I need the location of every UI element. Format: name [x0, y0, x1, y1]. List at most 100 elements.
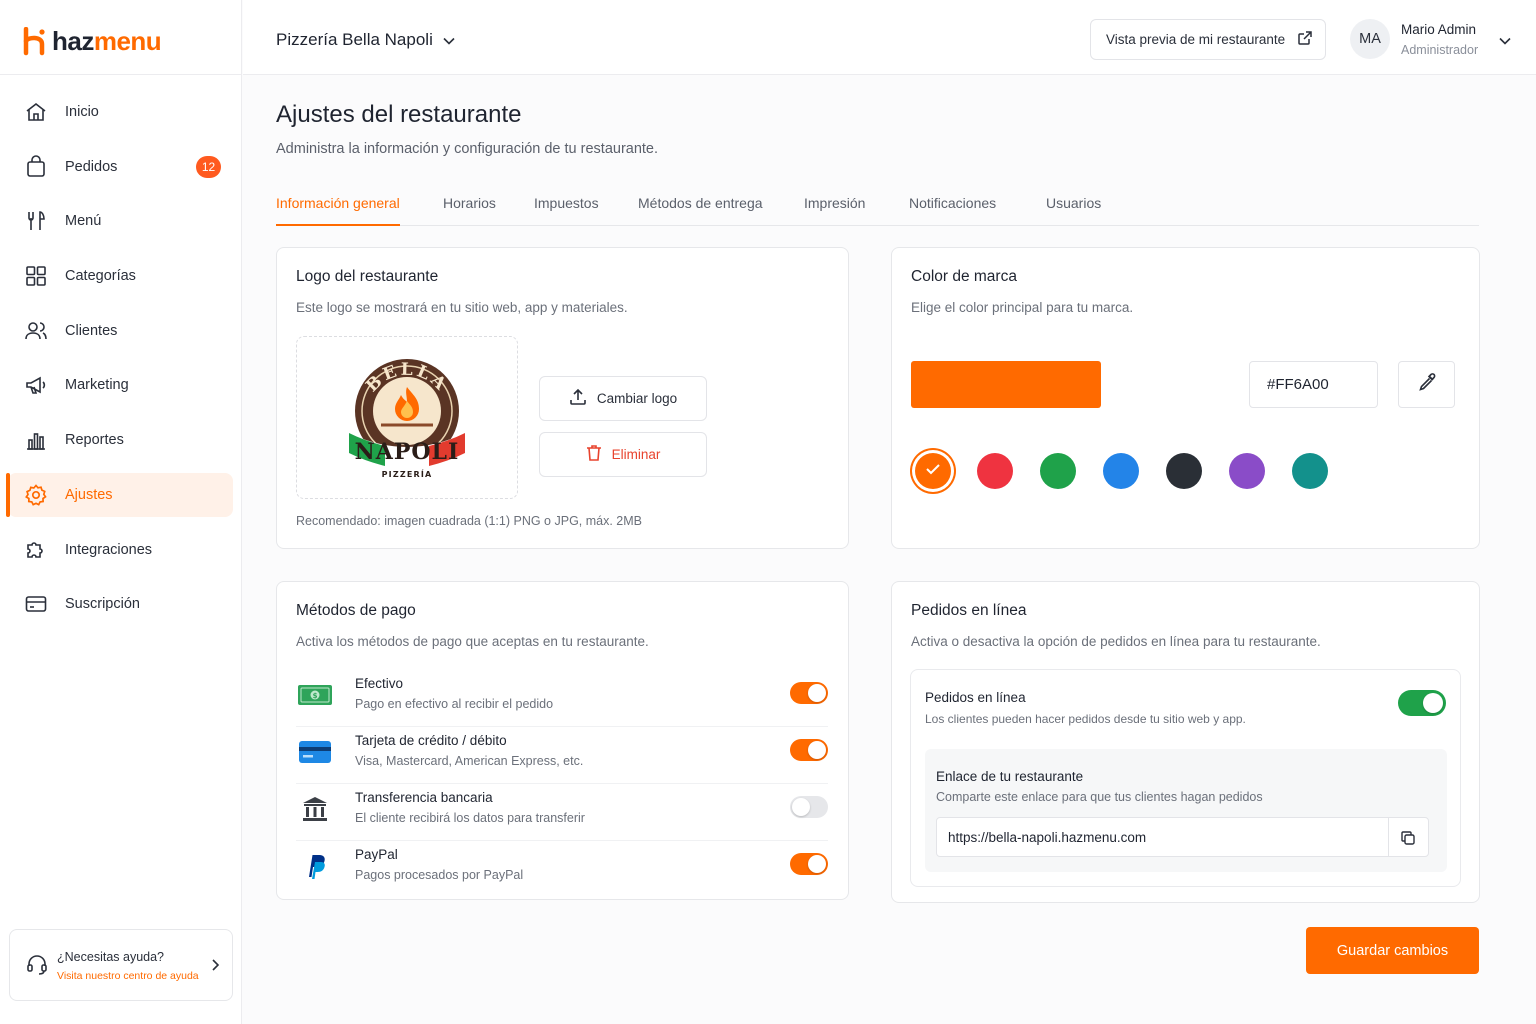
- sidebar-item-label: Inicio: [65, 104, 99, 120]
- chevron-right-icon: [210, 958, 220, 976]
- topbar: Pizzería Bella Napoli Vista previa de mi…: [243, 0, 1536, 75]
- delete-logo-button[interactable]: Eliminar: [539, 432, 707, 477]
- brand-color-card: Color de marca Elige el color principal …: [891, 247, 1480, 549]
- preview-restaurant-button[interactable]: Vista previa de mi restaurante: [1090, 19, 1326, 60]
- save-changes-button[interactable]: Guardar cambios: [1306, 927, 1479, 974]
- copy-link-button[interactable]: [1388, 818, 1428, 856]
- help-link[interactable]: Visita nuestro centro de ayuda: [57, 970, 199, 982]
- sidebar-item-categorias[interactable]: Categorías: [8, 254, 233, 298]
- payment-name: Efectivo: [355, 676, 404, 691]
- toggle-paypal[interactable]: [790, 853, 828, 875]
- sidebar-item-label: Suscripción: [65, 596, 140, 613]
- page-title: Ajustes del restaurante: [276, 101, 522, 128]
- link-desc: Comparte este enlace para que tus client…: [936, 790, 1263, 804]
- card-title: Pedidos en línea: [911, 602, 1027, 619]
- logo-card: Logo del restaurante Este logo se mostra…: [276, 247, 849, 549]
- card-title: Logo del restaurante: [296, 268, 439, 285]
- check-icon: [925, 462, 941, 480]
- payment-desc: Pago en efectivo al recibir el pedido: [355, 697, 554, 711]
- tab-metodos-de-entrega[interactable]: Métodos de entrega: [638, 195, 763, 226]
- color-swatch-dark[interactable]: [1166, 453, 1202, 489]
- tab-impuestos[interactable]: Impuestos: [534, 195, 599, 226]
- brand-name-part2: menu: [93, 26, 162, 56]
- tab-horarios[interactable]: Horarios: [443, 195, 496, 226]
- megaphone-icon: [24, 373, 48, 397]
- sidebar-item-inicio[interactable]: Inicio: [8, 90, 233, 134]
- online-orders-toggle-title: Pedidos en línea: [925, 690, 1026, 705]
- toggle-tarjeta[interactable]: [790, 739, 828, 761]
- sidebar-item-clientes[interactable]: Clientes: [8, 309, 233, 353]
- sidebar-item-suscripcion[interactable]: Suscripción: [8, 582, 233, 626]
- grid-icon: [24, 264, 48, 288]
- svg-text:$: $: [313, 692, 318, 700]
- avatar[interactable]: MA: [1350, 19, 1390, 59]
- sidebar-item-reportes[interactable]: Reportes: [8, 418, 233, 462]
- user-name: Mario Admin: [1401, 22, 1477, 37]
- color-swatch-teal[interactable]: [1292, 453, 1328, 489]
- card-title: Métodos de pago: [296, 602, 416, 619]
- card-description: Activa o desactiva la opción de pedidos …: [911, 634, 1321, 649]
- sidebar-item-label: Reportes: [65, 432, 124, 449]
- sidebar-item-ajustes[interactable]: Ajustes: [6, 472, 233, 517]
- color-preview[interactable]: [911, 361, 1101, 408]
- hex-color-input[interactable]: #FF6A00: [1249, 361, 1378, 408]
- page-subtitle: Administra la información y configuració…: [276, 141, 659, 157]
- tab-notificaciones[interactable]: Notificaciones: [909, 195, 996, 226]
- trash-icon: [586, 444, 602, 465]
- sidebar-item-marketing[interactable]: Marketing: [8, 363, 233, 407]
- sidebar-item-label: Marketing: [65, 377, 129, 394]
- tab-usuarios[interactable]: Usuarios: [1046, 195, 1101, 226]
- logo-dropzone[interactable]: BELLA NAPOLI PIZZERÍA: [296, 336, 518, 499]
- external-link-icon: [1297, 30, 1313, 49]
- color-swatch-green[interactable]: [1040, 453, 1076, 489]
- eyedropper-icon: [1418, 373, 1436, 396]
- upload-icon: [569, 388, 587, 409]
- paypal-icon: [296, 853, 334, 879]
- online-orders-card: Pedidos en línea Activa o desactiva la o…: [891, 581, 1480, 903]
- color-swatch-orange[interactable]: [915, 453, 951, 489]
- online-orders-toggle-desc: Los clientes pueden hacer pedidos desde …: [925, 712, 1246, 726]
- toggle-transferencia[interactable]: [790, 796, 828, 818]
- restaurant-url-field[interactable]: https://bella-napoli.hazmenu.com: [936, 817, 1429, 857]
- sidebar-nav: Inicio Pedidos 12 Menú Categorías Client…: [6, 90, 233, 637]
- help-title: ¿Necesitas ayuda?: [57, 950, 165, 964]
- sidebar: hazmenu Inicio Pedidos 12 Menú Categoría…: [0, 0, 242, 1024]
- sidebar-item-label: Categorías: [65, 268, 136, 285]
- cash-icon: $: [296, 682, 334, 708]
- payment-desc: Pagos procesados por PayPal: [355, 868, 524, 882]
- payment-name: Tarjeta de crédito / débito: [355, 733, 507, 748]
- payment-row-paypal: PayPal Pagos procesados por PayPal: [296, 841, 828, 898]
- user-menu-chevron-icon[interactable]: [1499, 32, 1511, 50]
- help-card[interactable]: ¿Necesitas ayuda? Visita nuestro centro …: [9, 929, 233, 1001]
- card-description: Este logo se mostrará en tu sitio web, a…: [296, 300, 628, 315]
- tab-informacion-general[interactable]: Información general: [276, 195, 400, 226]
- tab-impresion[interactable]: Impresión: [804, 195, 865, 226]
- payment-desc: Visa, Mastercard, American Express, etc.: [355, 754, 584, 768]
- toggle-efectivo[interactable]: [790, 682, 828, 704]
- sidebar-item-integraciones[interactable]: Integraciones: [8, 528, 233, 572]
- sidebar-item-menu[interactable]: Menú: [8, 199, 233, 243]
- card-description: Elige el color principal para tu marca.: [911, 300, 1134, 315]
- color-swatch-red[interactable]: [977, 453, 1013, 489]
- eyedropper-button[interactable]: [1398, 361, 1455, 408]
- sidebar-item-label: Menú: [65, 213, 102, 230]
- color-swatch-purple[interactable]: [1229, 453, 1265, 489]
- orders-count-badge: 12: [196, 155, 221, 178]
- puzzle-icon: [24, 538, 48, 562]
- color-swatch-blue[interactable]: [1103, 453, 1139, 489]
- toggle-online-orders[interactable]: [1398, 690, 1446, 716]
- card-icon: [296, 739, 334, 765]
- payment-methods-card: Métodos de pago Activa los métodos de pa…: [276, 581, 849, 900]
- restaurant-selector[interactable]: Pizzería Bella Napoli: [276, 30, 455, 50]
- sidebar-item-label: Ajustes: [65, 486, 113, 503]
- change-logo-label: Cambiar logo: [596, 391, 678, 406]
- restaurant-url: https://bella-napoli.hazmenu.com: [948, 830, 1147, 845]
- chevron-down-icon: [443, 30, 455, 50]
- payment-row-efectivo: $ Efectivo Pago en efectivo al recibir e…: [296, 670, 828, 727]
- change-logo-button[interactable]: Cambiar logo: [539, 376, 707, 421]
- card-description: Activa los métodos de pago que aceptas e…: [296, 634, 649, 649]
- credit-card-icon: [24, 592, 48, 616]
- sidebar-item-pedidos[interactable]: Pedidos 12: [8, 145, 233, 189]
- user-role: Administrador: [1401, 43, 1479, 57]
- brand-logo[interactable]: hazmenu: [22, 26, 162, 57]
